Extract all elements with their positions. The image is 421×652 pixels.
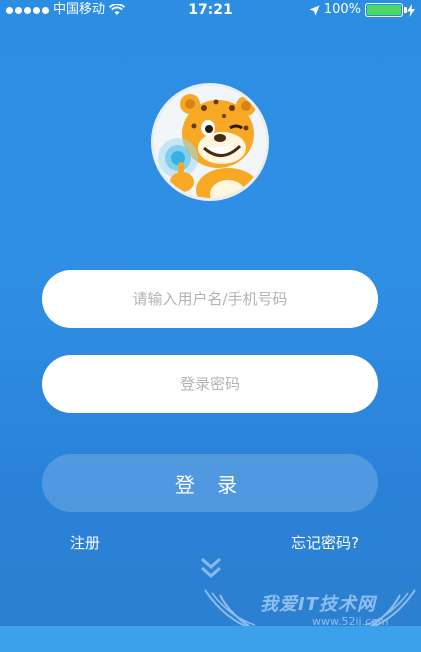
battery-icon xyxy=(365,3,407,17)
double-chevron-down-icon[interactable] xyxy=(200,555,222,583)
username-input[interactable] xyxy=(42,270,378,328)
charging-bolt-icon xyxy=(407,3,415,17)
login-button[interactable]: 登 录 xyxy=(42,454,378,512)
status-right: 100% xyxy=(309,0,415,20)
battery-percent: 100% xyxy=(323,2,361,17)
register-link[interactable]: 注册 xyxy=(70,532,100,553)
password-input[interactable] xyxy=(42,355,378,413)
forgot-password-link[interactable]: 忘记密码? xyxy=(291,532,359,553)
leopard-mascot-icon xyxy=(154,86,266,198)
avatar xyxy=(151,83,269,201)
footer-bar xyxy=(0,626,421,652)
watermark-text: 我爱IT技术网 xyxy=(260,594,376,615)
status-bar: 中国移动 17:21 100% xyxy=(0,0,421,20)
location-arrow-icon xyxy=(309,5,320,15)
